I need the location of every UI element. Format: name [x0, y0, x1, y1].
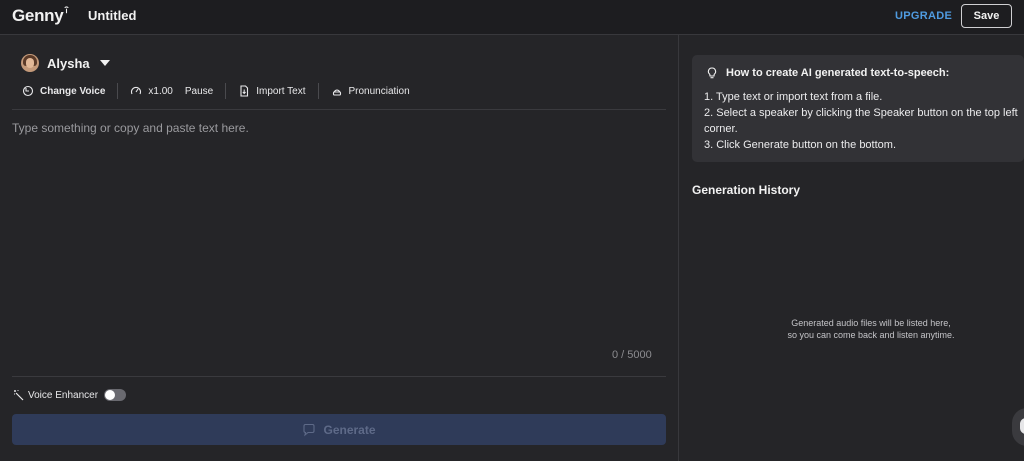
- change-voice-button[interactable]: Change Voice: [22, 85, 105, 97]
- speed-button[interactable]: x1.00: [130, 85, 173, 97]
- speaker-avatar: [21, 54, 39, 72]
- pause-button[interactable]: Pause: [185, 86, 213, 97]
- document-title[interactable]: Untitled: [88, 8, 136, 23]
- logo-mark-icon: [64, 6, 69, 14]
- generation-history-title: Generation History: [692, 183, 801, 197]
- toolbar-divider: [225, 83, 227, 99]
- pronunciation-button[interactable]: Pronunciation: [331, 85, 410, 97]
- speed-label: x1.00: [148, 85, 173, 97]
- import-text-label: Import Text: [256, 85, 306, 97]
- editor-toolbar: Change Voice x1.00 Pause Import Text Pro…: [22, 81, 410, 101]
- import-text-button[interactable]: Import Text: [238, 85, 306, 97]
- toolbar-divider: [117, 83, 119, 99]
- toolbar-divider: [317, 83, 319, 99]
- toolbar-separator: [12, 109, 666, 110]
- voice-change-icon: [22, 85, 34, 97]
- instructions-list: 1. Type text or import text from a file.…: [704, 89, 1024, 153]
- speaker-name: Alysha: [47, 55, 90, 71]
- generate-label: Generate: [323, 422, 376, 437]
- top-bar: Genny Untitled UPGRADE Save: [0, 0, 1024, 35]
- instruction-step: 3. Click Generate button on the bottom.: [704, 139, 897, 151]
- pause-label: Pause: [184, 85, 214, 97]
- editor-panel: Alysha Change Voice x1.00 Pause Import T…: [0, 35, 679, 461]
- instructions-header: How to create AI generated text-to-speec…: [706, 67, 949, 79]
- change-voice-label: Change Voice: [40, 85, 106, 97]
- save-button[interactable]: Save: [961, 4, 1012, 28]
- history-empty-message: Generated audio files will be listed her…: [740, 317, 1002, 341]
- file-import-icon: [240, 85, 249, 97]
- pronunciation-icon: [332, 89, 341, 96]
- support-chat-icon: [1020, 418, 1024, 434]
- speedometer-icon: [131, 86, 142, 95]
- instructions-card: How to create AI generated text-to-speec…: [692, 55, 1024, 162]
- instructions-title: How to create AI generated text-to-speec…: [726, 67, 950, 79]
- instruction-step: 2. Select a speaker by clicking the Spea…: [704, 107, 1018, 135]
- upgrade-link[interactable]: UPGRADE: [895, 10, 952, 22]
- voice-enhancer-label: Voice Enhancer: [28, 389, 99, 401]
- generate-button[interactable]: Generate: [12, 414, 666, 445]
- voice-enhancer-toggle[interactable]: [104, 389, 127, 401]
- instruction-step: 1. Type text or import text from a file.: [704, 91, 883, 103]
- history-empty-line: Generated audio files will be listed her…: [791, 318, 951, 328]
- text-editor[interactable]: [12, 121, 666, 341]
- info-panel: How to create AI generated text-to-speec…: [680, 35, 1024, 461]
- history-empty-line: so you can come back and listen anytime.: [787, 330, 955, 340]
- voice-enhancer: Voice Enhancer: [13, 389, 127, 401]
- app-logo[interactable]: Genny: [12, 6, 64, 26]
- lightbulb-icon: [707, 67, 717, 79]
- editor-separator: [12, 376, 666, 377]
- magic-wand-icon: [14, 390, 24, 401]
- caret-down-icon: [99, 60, 110, 66]
- character-counter: 0 / 5000: [612, 349, 652, 361]
- speaker-selector[interactable]: Alysha: [21, 53, 110, 73]
- chat-bubble-icon: [303, 423, 316, 436]
- pronunciation-label: Pronunciation: [348, 85, 410, 97]
